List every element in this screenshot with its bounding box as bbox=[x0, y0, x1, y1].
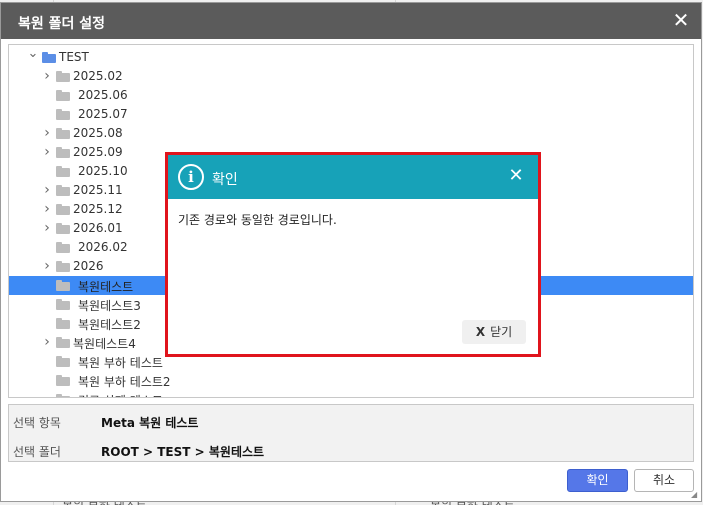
selected-item-label: 선택 항목 bbox=[13, 416, 61, 430]
selected-folder-path: ROOT > TEST > 복원테스트 bbox=[101, 445, 265, 459]
folder-icon bbox=[56, 280, 70, 291]
tree-item-label: 복원테스트 bbox=[78, 280, 134, 294]
tree-item-label: 2026.02 bbox=[78, 240, 128, 254]
folder-icon bbox=[56, 223, 70, 234]
folder-icon bbox=[56, 261, 70, 272]
tree-item-label: 복원테스트2 bbox=[78, 318, 141, 332]
modal-header: i 확인 ✕ bbox=[168, 155, 538, 199]
tree-item[interactable]: 경로 삭제 테스트 bbox=[9, 390, 693, 397]
close-x-icon: X bbox=[475, 325, 486, 339]
chevron-right-icon[interactable]: › bbox=[41, 333, 53, 352]
tree-item-label: 경로 삭제 테스트 bbox=[78, 392, 163, 397]
tree-item-label: TEST bbox=[59, 50, 89, 64]
tree-item-label: 복원테스트3 bbox=[78, 299, 141, 313]
tree-item[interactable]: › 2025.08 bbox=[9, 124, 693, 143]
chevron-right-icon[interactable]: › bbox=[41, 257, 53, 276]
folder-icon bbox=[56, 204, 70, 215]
dialog-close-icon[interactable]: ✕ bbox=[671, 10, 691, 30]
resize-grip-icon[interactable]: ◢ bbox=[691, 491, 699, 499]
dialog-titlebar: 복원 폴더 설정 ✕ bbox=[1, 3, 701, 39]
chevron-down-icon[interactable]: ⌄ bbox=[27, 45, 39, 63]
tree-item-label: 복원 부하 테스트 bbox=[78, 356, 163, 370]
dialog-title: 복원 폴더 설정 bbox=[18, 16, 106, 32]
modal-close-icon[interactable]: ✕ bbox=[506, 166, 526, 186]
chevron-right-icon[interactable]: › bbox=[41, 200, 53, 219]
cancel-button[interactable]: 취소 bbox=[634, 469, 694, 492]
modal-title: 확인 bbox=[212, 172, 238, 188]
selected-item-value: Meta 복원 테스트 bbox=[101, 416, 199, 430]
folder-icon bbox=[56, 242, 70, 253]
tree-item[interactable]: 2025.06 bbox=[9, 86, 693, 105]
tree-item-label: 2025.09 bbox=[73, 145, 123, 159]
modal-close-button-label: 닫기 bbox=[490, 325, 513, 339]
selected-folder-label: 선택 폴더 bbox=[13, 445, 61, 459]
screen: 복원 부하 테스트 복원 부하 테스트 복원 폴더 설정 ✕ ⌄TEST›202… bbox=[0, 0, 703, 505]
tree-item-label: 2025.08 bbox=[73, 126, 123, 140]
chevron-right-icon[interactable]: › bbox=[41, 143, 53, 162]
tree-item-label: 2025.11 bbox=[73, 183, 123, 197]
chevron-right-icon[interactable]: › bbox=[41, 181, 53, 200]
folder-icon bbox=[56, 90, 70, 101]
selection-info-panel: 선택 항목 Meta 복원 테스트 선택 폴더 ROOT > TEST > 복원… bbox=[8, 404, 694, 462]
tree-item[interactable]: 2025.07 bbox=[9, 105, 693, 124]
confirm-button[interactable]: 확인 bbox=[567, 469, 628, 492]
chevron-right-icon[interactable]: › bbox=[41, 124, 53, 143]
chevron-right-icon[interactable]: › bbox=[41, 67, 53, 86]
chevron-right-icon[interactable]: › bbox=[41, 219, 53, 238]
folder-icon bbox=[56, 147, 70, 158]
folder-icon bbox=[56, 185, 70, 196]
modal-message: 기존 경로와 동일한 경로입니다. bbox=[178, 213, 337, 227]
tree-item-label: 복원테스트4 bbox=[73, 337, 136, 351]
tree-item-label: 2025.10 bbox=[78, 164, 128, 178]
tree-item[interactable]: › 2025.02 bbox=[9, 67, 693, 86]
tree-item-label: 2026.01 bbox=[73, 221, 123, 235]
modal-close-button[interactable]: X 닫기 bbox=[462, 320, 526, 344]
folder-icon bbox=[56, 337, 70, 348]
folder-icon bbox=[56, 128, 70, 139]
folder-icon bbox=[56, 318, 70, 329]
tree-item-label: 2026 bbox=[73, 259, 104, 273]
tree-item-label: 2025.06 bbox=[78, 88, 128, 102]
folder-icon bbox=[56, 166, 70, 177]
tree-item-label: 2025.12 bbox=[73, 202, 123, 216]
folder-icon bbox=[56, 356, 70, 367]
tree-item-label: 복원 부하 테스트2 bbox=[78, 375, 171, 389]
tree-item-label: 2025.07 bbox=[78, 107, 128, 121]
folder-icon bbox=[56, 375, 70, 386]
folder-blue-icon bbox=[42, 52, 56, 63]
folder-icon bbox=[56, 109, 70, 120]
folder-icon bbox=[56, 299, 70, 310]
tree-item-label: 2025.02 bbox=[73, 69, 123, 83]
folder-icon bbox=[56, 394, 70, 397]
folder-icon bbox=[56, 71, 70, 82]
confirm-modal: i 확인 ✕ 기존 경로와 동일한 경로입니다. X 닫기 bbox=[165, 152, 541, 357]
info-icon: i bbox=[178, 164, 204, 190]
tree-item[interactable]: ⌄ TEST bbox=[9, 46, 693, 67]
tree-item[interactable]: 복원 부하 테스트2 bbox=[9, 371, 693, 390]
